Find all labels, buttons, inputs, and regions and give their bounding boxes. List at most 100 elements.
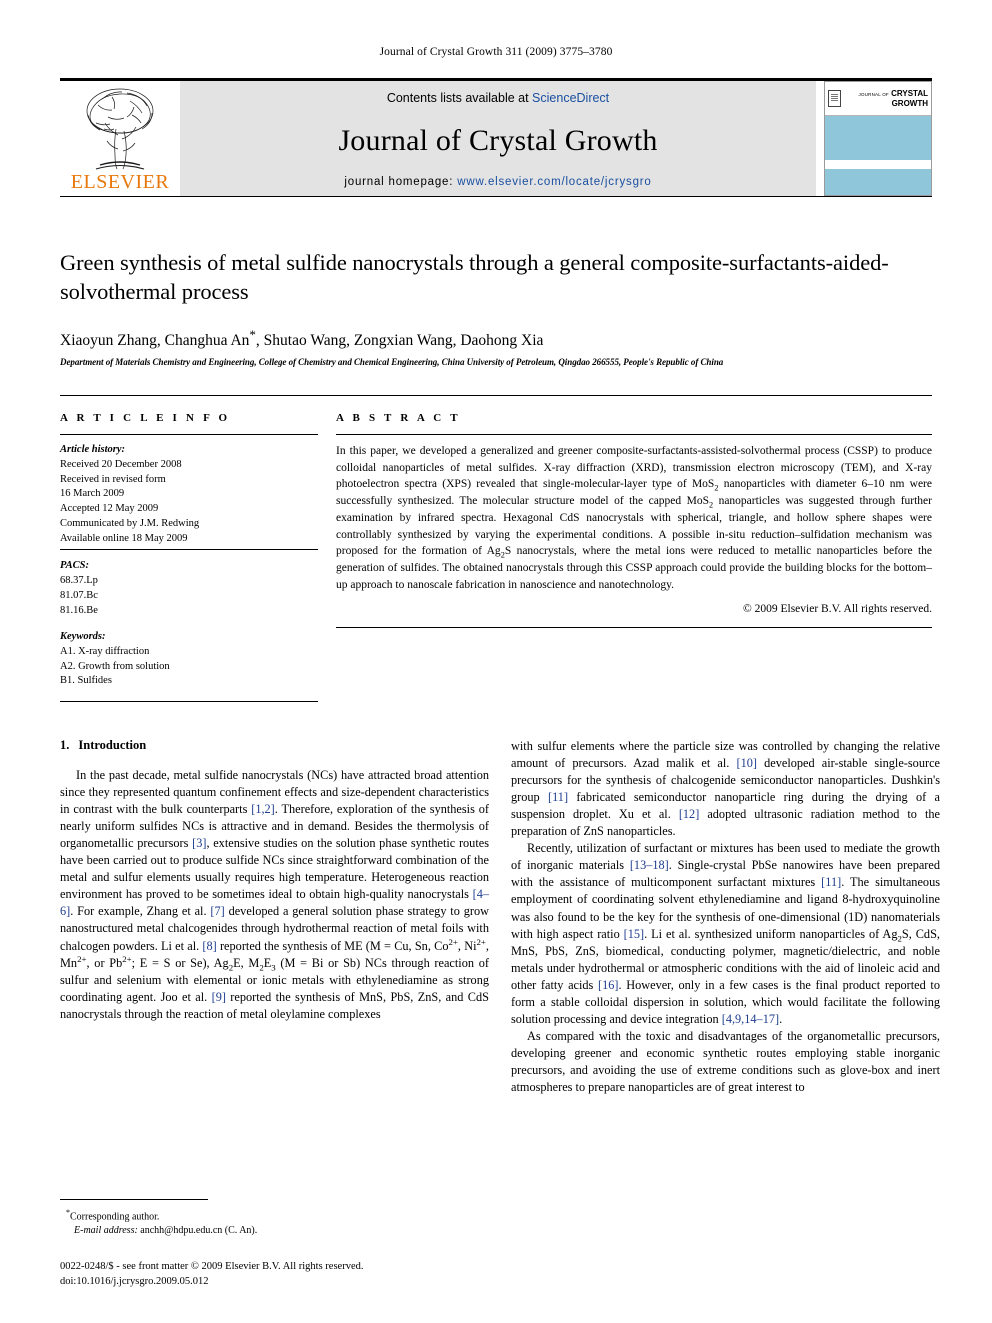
pacs-block: PACS: 68.37.Lp 81.07.Bc 81.16.Be [60, 559, 318, 619]
corresponding-author-note: *Corresponding author. [60, 1207, 489, 1224]
homepage-url-link[interactable]: www.elsevier.com/locate/jcrysgro [457, 176, 651, 188]
history-item: Received 20 December 2008 [60, 458, 182, 470]
citation-link[interactable]: [11] [548, 790, 568, 804]
page-footer: *Corresponding author. E-mail address: a… [60, 1198, 489, 1289]
homepage-label: journal homepage: [344, 176, 454, 188]
cover-color-band-bottom [825, 169, 931, 195]
text-segment: . For example, Zhang et al. [70, 904, 211, 919]
cover-mini-icon [828, 90, 841, 107]
corresponding-text: Corresponding author. [70, 1211, 160, 1223]
cover-color-band-top [825, 116, 931, 160]
affiliation: Department of Materials Chemistry and En… [60, 356, 724, 367]
cover-small-journal-label: JOURNAL OF [858, 92, 889, 98]
right-text-column: with sulfur elements where the particle … [511, 738, 940, 1095]
citation-link[interactable]: [11] [821, 875, 841, 889]
pacs-item: 81.16.Be [60, 604, 98, 616]
superscript: 2+ [448, 936, 458, 947]
authors-rest: , Shutao Wang, Zongxian Wang, Daohong Xi… [255, 331, 544, 349]
superscript: 2+ [476, 936, 486, 947]
keyword-item: A2. Growth from solution [60, 660, 170, 672]
section-title: Introduction [78, 738, 147, 753]
contents-available-line: Contents lists available at ScienceDirec… [387, 91, 609, 105]
paragraph: As compared with the toxic and disadvant… [511, 1028, 940, 1094]
cover-title-line1: CRYSTAL [891, 89, 928, 99]
paragraph: Recently, utilization of surfactant or m… [511, 840, 940, 1027]
issn-copyright-block: 0022-0248/$ - see front matter © 2009 El… [60, 1260, 489, 1289]
journal-homepage-line: journal homepage: www.elsevier.com/locat… [344, 176, 651, 188]
left-text-column: 1. Introduction In the past decade, metal… [60, 738, 489, 1095]
keywords-block: Keywords: A1. X-ray diffraction A2. Grow… [60, 630, 318, 690]
superscript: 2+ [122, 953, 132, 964]
paper-page: Journal of Crystal Growth 311 (2009) 377… [0, 0, 992, 1323]
article-history-label: Article history: [60, 443, 126, 455]
email-note: E-mail address: anchh@hdpu.edu.cn (C. An… [60, 1224, 489, 1238]
journal-title: Journal of Crystal Growth [338, 123, 658, 157]
text-segment: E, M [233, 955, 260, 970]
text-segment: . [779, 1011, 783, 1026]
history-item: Communicated by J.M. Redwing [60, 518, 200, 530]
keyword-item: B1. Sulfides [60, 675, 112, 687]
history-item: Accepted 12 May 2009 [60, 503, 159, 515]
article-info-bottom-rule [60, 701, 318, 703]
article-info-heading: A R T I C L E I N F O [60, 411, 231, 424]
citation-link[interactable]: [8] [202, 939, 216, 953]
doi-line[interactable]: doi:10.1016/j.jcrysgro.2009.05.012 [60, 1275, 489, 1289]
authors-lead: Xiaoyun Zhang, Changhua An [60, 331, 250, 349]
text-segment: , Ni [457, 938, 477, 953]
pacs-item: 81.07.Bc [60, 589, 98, 601]
history-item: Received in revised form [60, 473, 166, 485]
contents-prefix: Contents lists available at [386, 91, 533, 105]
text-segment: , or Pb [86, 955, 123, 970]
article-info-rule [60, 433, 318, 435]
body-columns: 1. Introduction In the past decade, metal… [60, 738, 940, 1095]
info-abstract-region: A R T I C L E I N F O Article history: R… [60, 394, 932, 703]
abstract-bottom-rule [336, 626, 932, 628]
elsevier-tree-icon [86, 88, 154, 170]
article-history-block: Article history: Received 20 December 20… [60, 443, 318, 551]
masthead-panel: Contents lists available at ScienceDirec… [180, 81, 816, 196]
sciencedirect-link[interactable]: ScienceDirect [532, 91, 609, 105]
pacs-label: PACS: [60, 560, 89, 572]
article-info-column: A R T I C L E I N F O Article history: R… [60, 412, 318, 703]
text-segment: . Li et al. synthesized uniform nanopart… [644, 926, 898, 941]
abstract-heading: A B S T R A C T [336, 411, 461, 424]
author-list: Xiaoyun Zhang, Changhua An*, Shutao Wang… [60, 327, 932, 350]
citation-link[interactable]: [1,2] [251, 802, 275, 816]
cover-title-line2: GROWTH [891, 98, 928, 108]
citation-link[interactable]: [10] [736, 756, 757, 770]
history-item: Available online 18 May 2009 [60, 532, 318, 551]
citation-link[interactable]: [9] [212, 990, 226, 1004]
superscript: 2+ [77, 953, 87, 964]
pacs-item: 68.37.Lp [60, 575, 98, 586]
citation-link[interactable]: [15] [624, 927, 645, 941]
text-segment: reported the synthesis of ME (M = Cu, Sn… [216, 938, 449, 953]
citation-link[interactable]: [16] [598, 978, 619, 992]
cover-title-text: JOURNAL OF CRYSTAL GROWTH [845, 89, 928, 107]
citation-link[interactable]: [13–18] [630, 858, 669, 872]
journal-cover-thumbnail: JOURNAL OF CRYSTAL GROWTH [824, 81, 932, 196]
issn-line: 0022-0248/$ - see front matter © 2009 El… [60, 1261, 364, 1273]
cover-white-gap [825, 160, 931, 169]
journal-masthead: ELSEVIER Contents lists available at Sci… [60, 78, 932, 196]
abstract-rule [336, 433, 932, 435]
email-label: E-mail address: [74, 1225, 138, 1237]
abstract-column: A B S T R A C T In this paper, we develo… [336, 412, 932, 703]
cover-header: JOURNAL OF CRYSTAL GROWTH [825, 82, 931, 116]
paragraph: In the past decade, metal sulfide nanocr… [60, 767, 489, 1022]
citation-link[interactable]: [12] [679, 807, 700, 821]
keywords-label: Keywords: [60, 630, 106, 642]
paragraph: with sulfur elements where the particle … [511, 738, 940, 840]
section-heading-introduction: 1. Introduction [60, 738, 489, 753]
citation-link[interactable]: [4,9,14–17] [722, 1012, 779, 1026]
citation-link[interactable]: [3] [192, 836, 206, 850]
text-segment: ; E = S or Se), Ag [131, 955, 229, 970]
elsevier-wordmark: ELSEVIER [70, 171, 170, 193]
history-item: 16 March 2009 [60, 488, 125, 500]
section-number: 1. [60, 738, 70, 753]
abstract-copyright: © 2009 Elsevier B.V. All rights reserved… [743, 602, 932, 615]
abstract-text: In this paper, we developed a generalize… [336, 443, 932, 594]
keyword-item: A1. X-ray diffraction [60, 645, 150, 657]
citation-link[interactable]: [7] [210, 904, 224, 918]
email-address[interactable]: anchh@hdpu.edu.cn (C. An). [140, 1225, 257, 1236]
